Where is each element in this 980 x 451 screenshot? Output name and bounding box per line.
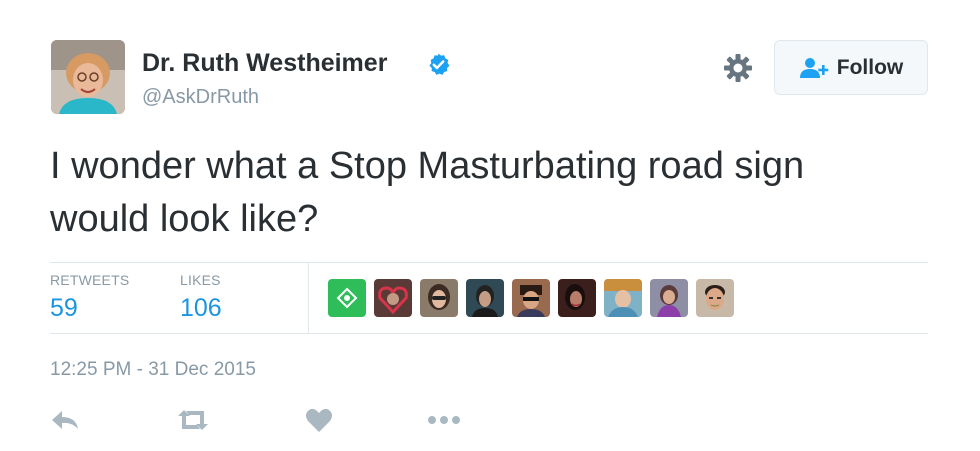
- heart-icon: [306, 408, 332, 432]
- likes-stat[interactable]: LIKES 106: [180, 272, 222, 323]
- more-icon: [428, 416, 460, 424]
- stats-vertical-divider: [308, 262, 309, 333]
- reply-button[interactable]: [50, 405, 80, 435]
- likes-count[interactable]: 106: [180, 294, 222, 323]
- liker-avatar-1[interactable]: [328, 279, 366, 317]
- retweets-stat[interactable]: RETWEETS 59: [50, 272, 129, 323]
- author-avatar[interactable]: [51, 40, 125, 114]
- reply-icon: [52, 411, 78, 429]
- author-display-name[interactable]: Dr. Ruth Westheimer: [142, 49, 387, 78]
- liker-avatar-4[interactable]: [466, 279, 504, 317]
- add-user-icon: [799, 57, 829, 78]
- retweets-count[interactable]: 59: [50, 294, 129, 323]
- like-button[interactable]: [305, 405, 333, 435]
- author-screen-name[interactable]: @AskDrRuth: [142, 86, 259, 109]
- liker-avatar-3[interactable]: [420, 279, 458, 317]
- liker-avatar-6[interactable]: [558, 279, 596, 317]
- liker-avatar-9[interactable]: [696, 279, 734, 317]
- follow-button[interactable]: Follow: [774, 40, 928, 95]
- follow-button-label: Follow: [836, 55, 904, 79]
- stats-top-divider: [50, 262, 928, 263]
- liker-avatar-7[interactable]: [604, 279, 642, 317]
- retweet-button[interactable]: [175, 405, 211, 435]
- verified-badge-icon: [429, 53, 450, 75]
- gear-icon[interactable]: [722, 52, 754, 84]
- liker-avatar-8[interactable]: [650, 279, 688, 317]
- tweet-timestamp[interactable]: 12:25 PM - 31 Dec 2015: [50, 359, 256, 381]
- more-button[interactable]: [427, 405, 461, 435]
- stats-bottom-divider: [50, 333, 928, 334]
- liker-avatar-2[interactable]: [374, 279, 412, 317]
- likers-avatar-row: [328, 279, 734, 317]
- liker-avatar-5[interactable]: [512, 279, 550, 317]
- retweet-icon: [178, 410, 208, 430]
- likes-label: LIKES: [180, 272, 221, 288]
- retweets-label: RETWEETS: [50, 272, 130, 288]
- tweet-text: I wonder what a Stop Masturbating road s…: [50, 145, 805, 240]
